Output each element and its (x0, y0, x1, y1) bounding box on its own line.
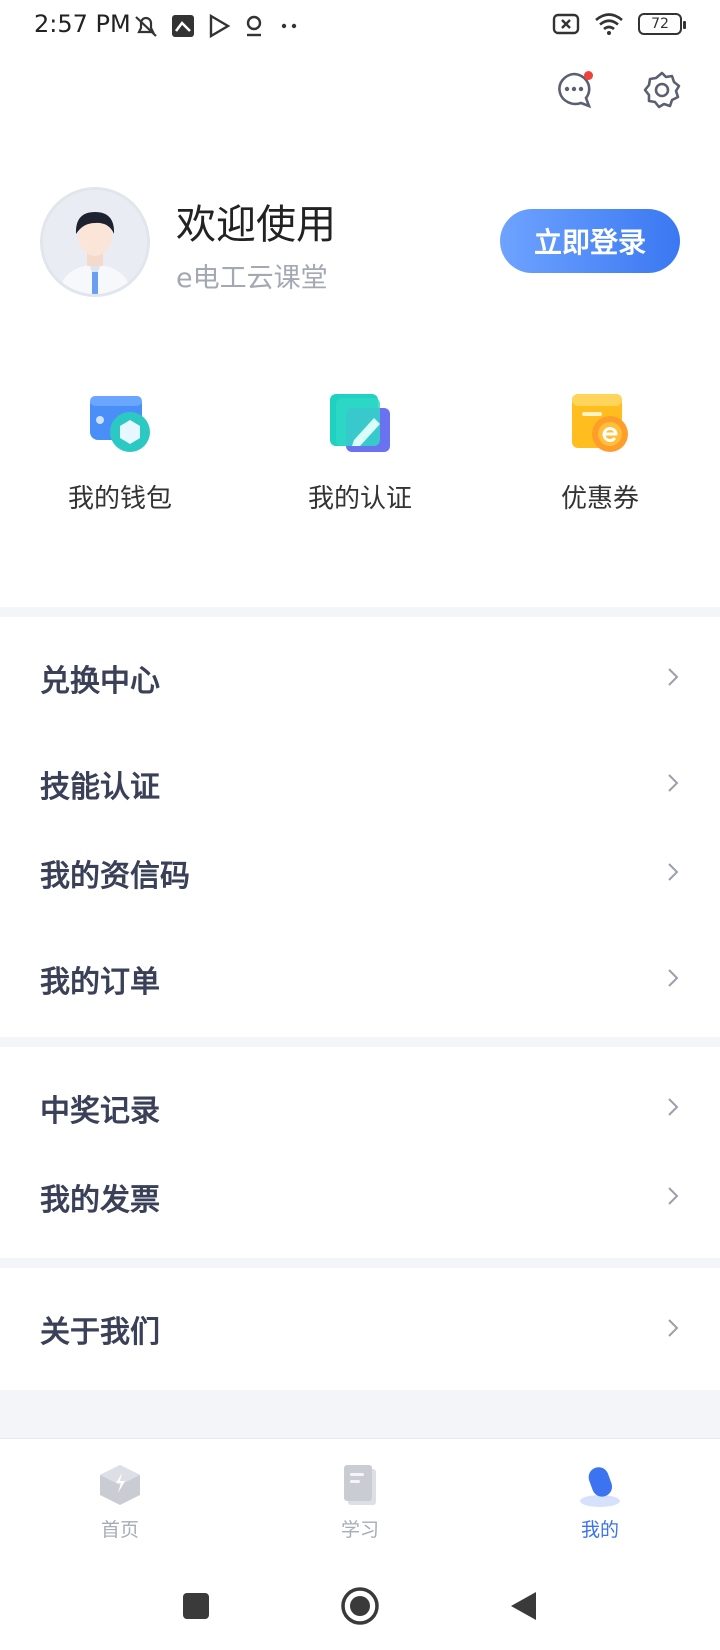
chevron-right-icon (668, 969, 679, 987)
status-time: 2:57 PM (34, 10, 131, 38)
quick-actions: 我的钱包 我的认证 优惠券 (0, 388, 720, 515)
menu-item-invoices[interactable]: 我的发票 (0, 1153, 720, 1241)
chevron-right-icon (668, 668, 679, 686)
bottom-spacer (0, 1390, 720, 1438)
recent-apps-icon[interactable] (180, 1590, 212, 1622)
menu-label: 中奖记录 (40, 1094, 160, 1129)
photo-app-icon (172, 15, 194, 37)
menu-label: 关于我们 (40, 1315, 160, 1350)
quick-label-certification: 我的认证 (307, 484, 412, 514)
status-icons-left (132, 12, 302, 40)
certificate-icon (330, 394, 390, 452)
section-divider (0, 1037, 720, 1047)
quick-label-wallet: 我的钱包 (67, 484, 172, 514)
nav-item-mine[interactable]: 我的 (480, 1439, 720, 1568)
bottom-nav: 首页 学习 我的 (0, 1438, 720, 1568)
notification-dot (584, 71, 593, 80)
battery-level: 72 (651, 16, 669, 32)
top-actions (552, 68, 684, 112)
chevron-right-icon (668, 774, 679, 792)
status-bar: 2:57 PM 72 (0, 0, 720, 56)
chevron-right-icon (668, 1319, 679, 1337)
nav-label-mine: 我的 (580, 1519, 619, 1541)
wallet-icon (90, 396, 150, 452)
location-icon (246, 15, 262, 37)
nav-item-home[interactable]: 首页 (0, 1439, 240, 1568)
wifi-icon (595, 13, 623, 35)
menu-item-credit-code[interactable]: 我的资信码 (0, 829, 720, 917)
section-divider (0, 1258, 720, 1268)
chevron-right-icon (668, 1098, 679, 1116)
home-circle-icon[interactable] (340, 1586, 380, 1626)
quick-item-certification[interactable]: 我的认证 (240, 388, 480, 515)
menu-label: 我的资信码 (40, 859, 190, 894)
app-name: e电工云课堂 (176, 263, 328, 294)
menu-item-about-us[interactable]: 关于我们 (0, 1285, 720, 1373)
menu-item-prize-records[interactable]: 中奖记录 (0, 1064, 720, 1152)
login-button[interactable]: 立即登录 (500, 209, 680, 273)
more-dots-icon (281, 23, 297, 29)
home-icon (100, 1465, 140, 1505)
nav-label-study: 学习 (340, 1519, 379, 1541)
menu-item-orders[interactable]: 我的订单 (0, 935, 720, 1023)
menu-label: 技能认证 (40, 770, 160, 805)
play-store-icon (209, 13, 231, 39)
system-navigation-bar (0, 1568, 720, 1650)
welcome-title: 欢迎使用 (176, 202, 336, 248)
mute-bell-icon (135, 16, 157, 37)
book-icon (344, 1465, 376, 1505)
quick-item-wallet[interactable]: 我的钱包 (0, 388, 240, 515)
coupon-icon (572, 394, 628, 452)
gear-icon (643, 71, 681, 109)
nav-label-home: 首页 (100, 1519, 139, 1541)
settings-button[interactable] (640, 68, 684, 112)
menu-item-exchange-center[interactable]: 兑换中心 (0, 634, 720, 722)
quick-item-coupon[interactable]: 优惠券 (480, 388, 720, 515)
avatar[interactable] (40, 187, 150, 297)
status-icons-right: 72 (552, 12, 686, 36)
chevron-right-icon (668, 1187, 679, 1205)
chevron-right-icon (668, 863, 679, 881)
section-divider (0, 607, 720, 617)
menu-label: 兑换中心 (40, 664, 160, 699)
menu-item-skill-certification[interactable]: 技能认证 (0, 740, 720, 828)
back-triangle-icon[interactable] (506, 1588, 542, 1624)
menu-label: 我的发票 (40, 1183, 160, 1218)
message-button[interactable] (552, 68, 596, 112)
default-avatar-icon (43, 190, 147, 294)
battery-indicator: 72 (638, 13, 686, 35)
quick-label-coupon: 优惠券 (560, 484, 639, 514)
profile-icon (580, 1467, 620, 1507)
no-sim-icon (552, 13, 580, 35)
menu-label: 我的订单 (40, 965, 160, 1000)
nav-item-study[interactable]: 学习 (240, 1439, 480, 1568)
